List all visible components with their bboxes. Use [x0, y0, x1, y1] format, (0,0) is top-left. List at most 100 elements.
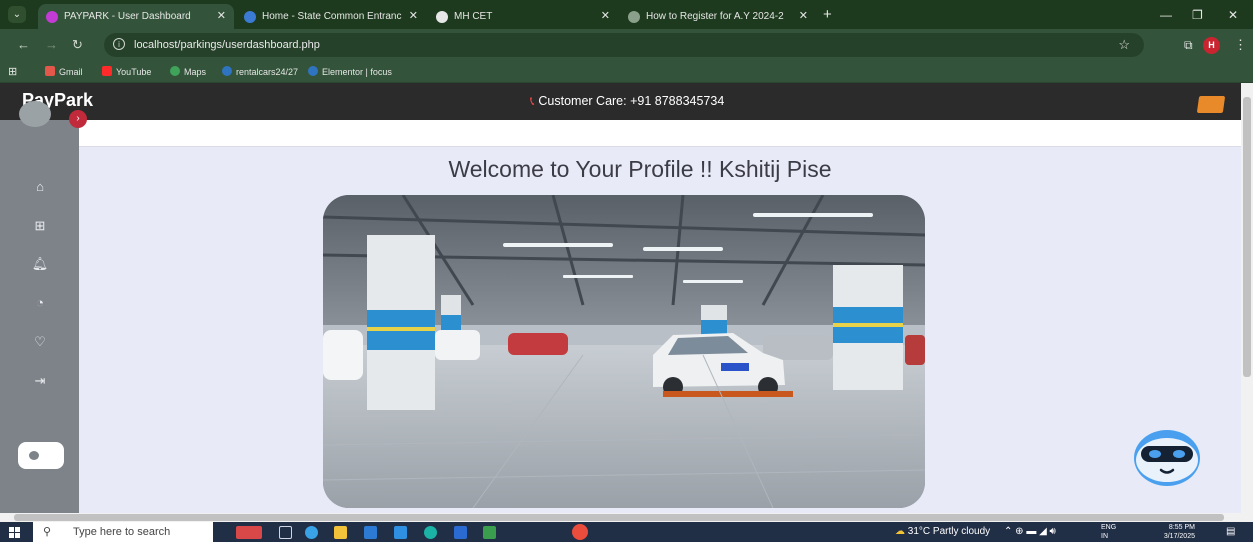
windows-taskbar: ⚲ Type here to search ☁ 31°C Partly clou… [0, 522, 1253, 542]
logout-icon[interactable]: ⇥ [30, 371, 50, 391]
bookmark-label: YouTube [116, 67, 152, 77]
sidebar: ⌂ ⊞ 🔔︎ ◔ ♡ ⇥ [0, 120, 79, 513]
search-placeholder: Type here to search [73, 526, 171, 538]
word-icon[interactable] [454, 526, 467, 539]
new-tab-button[interactable]: + [823, 4, 832, 26]
user-avatar[interactable] [19, 101, 51, 127]
bookmark-elementor[interactable]: Elementor | focus [308, 61, 392, 83]
wallet-icon[interactable] [1196, 96, 1226, 113]
tab-search-button[interactable]: ⌄ [8, 6, 26, 23]
parking-garage-photo [323, 195, 925, 508]
edge-icon[interactable] [305, 526, 318, 539]
region-text: IN [1101, 533, 1108, 540]
welcome-heading: Welcome to Your Profile !! Kshitij Pise [448, 156, 832, 182]
reload-icon[interactable]: ↻ [72, 37, 83, 53]
weather-icon: ☁ [895, 526, 905, 537]
bookmark-star-icon[interactable]: ☆ [1118, 33, 1130, 57]
close-tab-icon[interactable]: ✕ [409, 4, 418, 29]
close-tab-icon[interactable]: ✕ [217, 4, 226, 29]
maps-icon [170, 66, 180, 76]
chatbot-button[interactable] [1133, 429, 1201, 487]
toggle-knob [29, 451, 39, 460]
taskbar-search-box[interactable]: ⚲ Type here to search [33, 522, 213, 542]
bookmark-label: rentalcars24/27 [236, 67, 299, 77]
task-view-icon[interactable] [279, 526, 292, 539]
vertical-scroll-thumb[interactable] [1243, 97, 1251, 377]
edge-dev-icon[interactable] [424, 526, 437, 539]
tab-mh-cet[interactable]: MH CET ✕ [428, 4, 618, 29]
tab-title: How to Register for A.Y 2024-2 [646, 11, 784, 22]
bookmarks-bar: ⊞ Gmail YouTube Maps rentalcars24/27 Ele… [0, 61, 1253, 83]
tab-title: PAYPARK - User Dashboard [64, 11, 191, 22]
back-icon[interactable]: ← [17, 37, 30, 53]
tab-title: Home - State Common Entranc [262, 11, 402, 22]
vertical-scrollbar[interactable] [1241, 83, 1253, 513]
dashboard-icon[interactable]: ⊞ [30, 216, 50, 236]
home-icon[interactable]: ⌂ [30, 177, 50, 197]
gmail-icon [45, 66, 55, 76]
language-text: ENG [1101, 524, 1117, 531]
customer-care-text: Customer Care: +91 8788345734 [538, 94, 725, 108]
store-icon[interactable] [364, 526, 377, 539]
clock-time: 8:55 PM [1168, 524, 1195, 531]
chrome-icon[interactable] [572, 524, 588, 540]
clock[interactable]: 8:55 PM 3/17/2025 [1135, 523, 1195, 541]
bookmark-gmail[interactable]: Gmail [45, 61, 83, 83]
weather-widget[interactable]: ☁ 31°C Partly cloudy [895, 522, 990, 542]
windows-start-icon[interactable] [9, 527, 20, 538]
site-header: PayPark 📞︎ Customer Care: +91 8788345734 [0, 83, 1241, 120]
cet-favicon [244, 11, 256, 23]
search-icon: ⚲ [43, 526, 52, 538]
minimize-icon[interactable]: — [1160, 4, 1172, 26]
browser-tab-strip: ⌄ PAYPARK - User Dashboard ✕ Home - Stat… [0, 0, 1253, 29]
wordpress-icon [308, 66, 318, 76]
globe-favicon [628, 11, 640, 23]
bookmark-rentalcars[interactable]: rentalcars24/27 [222, 61, 298, 83]
address-bar[interactable]: i localhost/parkings/userdashboard.php ☆ [104, 33, 1144, 57]
theme-toggle[interactable] [18, 442, 64, 469]
extensions-icon[interactable]: ⧉ [1184, 37, 1193, 53]
web-page: PayPark 📞︎ Customer Care: +91 8788345734 … [0, 83, 1241, 513]
content-top-bar [79, 120, 1241, 147]
maximize-icon[interactable]: ❐ [1192, 4, 1203, 26]
mhcet-favicon [436, 11, 448, 23]
bookmark-label: Elementor | focus [322, 67, 392, 77]
clock-date: 3/17/2025 [1163, 533, 1195, 540]
phone-icon: 📞︎ [530, 94, 535, 108]
favorite-icon[interactable]: ♡ [30, 332, 50, 352]
tab-state-cet[interactable]: Home - State Common Entranc ✕ [236, 4, 426, 29]
weather-text: 31°C Partly cloudy [907, 526, 991, 537]
notifications-icon[interactable]: ▤ [1226, 522, 1235, 542]
close-tab-icon[interactable]: ✕ [799, 4, 808, 29]
bookmark-youtube[interactable]: YouTube [102, 61, 151, 83]
horizontal-scroll-thumb[interactable] [14, 514, 1224, 521]
paypark-favicon [46, 11, 58, 23]
file-explorer-icon[interactable] [334, 526, 347, 539]
bookmark-maps[interactable]: Maps [170, 61, 206, 83]
language-indicator[interactable]: ENG IN [1101, 523, 1116, 541]
bookmark-label: Gmail [59, 67, 83, 77]
bookmark-label: Maps [184, 67, 207, 77]
horizontal-scrollbar[interactable] [0, 513, 1253, 522]
apps-grid-icon[interactable]: ⊞ [8, 61, 17, 83]
browser-menu-icon[interactable]: ⋮ [1234, 37, 1247, 53]
flag-icon[interactable] [236, 526, 262, 539]
customer-care-info: 📞︎ Customer Care: +91 8788345734 [530, 83, 724, 119]
site-info-icon[interactable]: i [113, 38, 125, 50]
vscode-icon[interactable] [394, 526, 407, 539]
forward-icon[interactable]: → [45, 37, 58, 53]
close-window-icon[interactable]: ✕ [1228, 4, 1238, 26]
tab-paypark-dashboard[interactable]: PAYPARK - User Dashboard ✕ [38, 4, 234, 29]
tab-register-guide[interactable]: How to Register for A.Y 2024-2 ✕ [620, 4, 816, 29]
history-icon[interactable]: ◔ [30, 293, 50, 313]
sidebar-collapse-icon[interactable]: › [69, 110, 87, 128]
profile-avatar[interactable]: H [1203, 37, 1220, 54]
spreadsheet-icon[interactable] [483, 526, 496, 539]
browser-toolbar: ← → ↻ i localhost/parkings/userdashboard… [0, 29, 1253, 61]
tab-title: MH CET [454, 11, 493, 22]
url-text[interactable]: localhost/parkings/userdashboard.php [134, 33, 320, 57]
close-tab-icon[interactable]: ✕ [601, 4, 610, 29]
bell-icon[interactable]: 🔔︎ [30, 254, 50, 274]
tray-icons[interactable]: ⌃ ⊕ ▬ ◢ 🔊︎ [1004, 522, 1056, 542]
wordpress-icon [222, 66, 232, 76]
